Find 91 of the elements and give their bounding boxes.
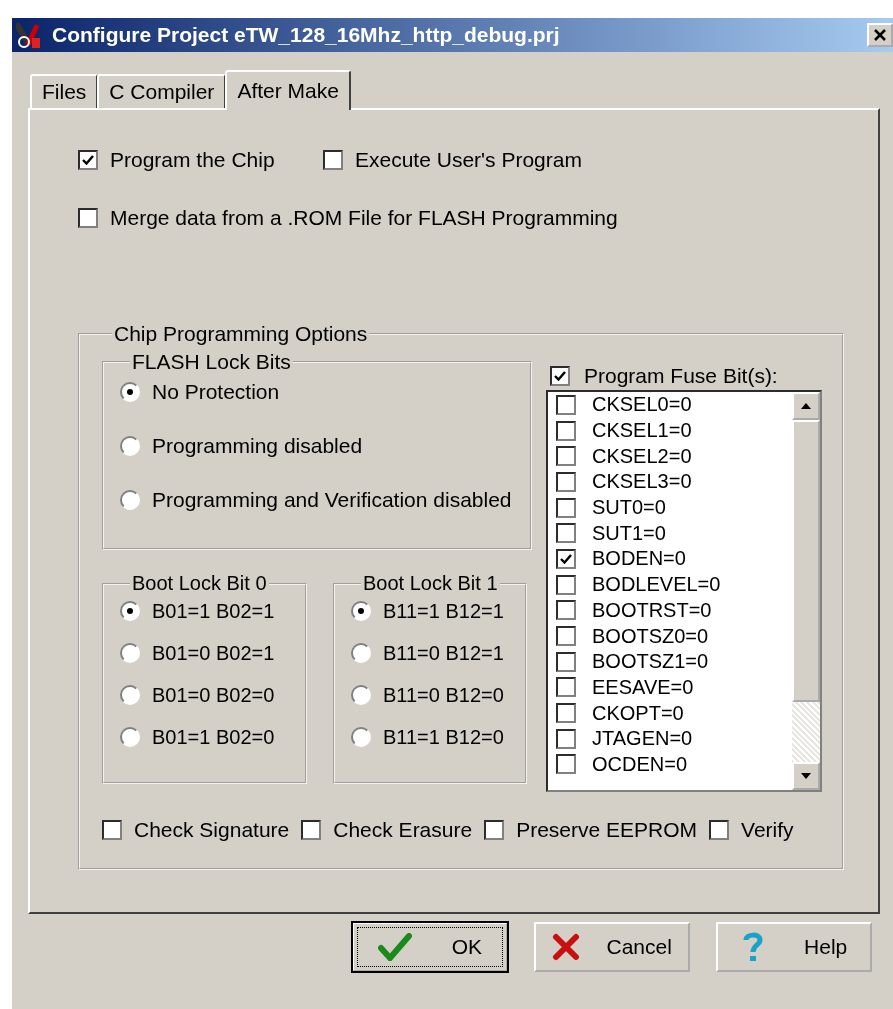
checkbox[interactable] bbox=[556, 523, 576, 544]
radio-button[interactable] bbox=[351, 727, 371, 747]
radio-button[interactable] bbox=[120, 727, 140, 747]
list-item[interactable]: CKSEL0=0 bbox=[592, 393, 692, 417]
checkbox-label: Program the Chip bbox=[110, 148, 275, 172]
radio-button[interactable] bbox=[120, 685, 140, 705]
checkbox-label: Check Erasure bbox=[333, 818, 473, 842]
checkbox[interactable] bbox=[323, 150, 343, 170]
checkbox[interactable] bbox=[556, 677, 576, 698]
list-item[interactable]: JTAGEN=0 bbox=[592, 727, 693, 751]
checkbox[interactable] bbox=[556, 651, 576, 672]
radio-button[interactable] bbox=[120, 490, 140, 510]
checkbox[interactable] bbox=[556, 420, 576, 441]
radio-label: B01=1 B02=1 bbox=[152, 599, 275, 623]
scroll-up-button[interactable] bbox=[792, 392, 820, 420]
list-item[interactable]: CKSEL2=0 bbox=[592, 444, 692, 468]
checkbox[interactable] bbox=[556, 574, 576, 595]
group-title: Boot Lock Bit 0 bbox=[131, 572, 268, 595]
list-item[interactable]: SUT0=0 bbox=[592, 496, 666, 520]
group-title: Chip Programming Options bbox=[113, 322, 369, 346]
group-title: FLASH Lock Bits bbox=[131, 350, 292, 374]
radio-button[interactable] bbox=[120, 601, 140, 621]
scroll-thumb[interactable] bbox=[792, 420, 820, 702]
radio-label: Programming disabled bbox=[152, 434, 363, 458]
list-item[interactable]: OCDEN=0 bbox=[592, 752, 688, 776]
checkbox[interactable] bbox=[709, 820, 730, 840]
checkbox[interactable] bbox=[556, 728, 576, 749]
up-arrow-icon bbox=[800, 402, 812, 410]
close-button[interactable] bbox=[867, 23, 893, 47]
tab[interactable]: After Make bbox=[225, 70, 351, 110]
cancel-button[interactable]: Cancel bbox=[534, 922, 690, 972]
radio-label: B11=0 B12=0 bbox=[383, 683, 504, 707]
checkbox[interactable] bbox=[78, 208, 98, 228]
down-arrow-icon bbox=[800, 772, 812, 780]
window-title: Configure Project eTW_128_16Mhz_http_debug.prj bbox=[52, 23, 561, 47]
checkbox[interactable] bbox=[78, 150, 98, 170]
checkbox[interactable] bbox=[102, 820, 122, 840]
cross-icon bbox=[552, 933, 581, 961]
checkbox[interactable] bbox=[556, 497, 576, 518]
checkbox-label: Execute User's Program bbox=[355, 148, 582, 172]
checkbox[interactable] bbox=[484, 820, 505, 840]
list-item[interactable]: SUT1=0 bbox=[592, 521, 666, 545]
radio-button[interactable] bbox=[351, 685, 371, 705]
list-item[interactable]: BOOTSZ0=0 bbox=[592, 624, 709, 648]
radio-label: B11=1 B12=1 bbox=[383, 599, 504, 623]
list-item[interactable]: CKOPT=0 bbox=[592, 701, 684, 725]
checkbox[interactable] bbox=[556, 703, 576, 724]
radio-label: B11=1 B12=0 bbox=[383, 725, 504, 749]
checkbox[interactable] bbox=[556, 446, 576, 467]
checkbox[interactable] bbox=[556, 754, 576, 775]
checkbox[interactable] bbox=[301, 820, 322, 840]
group-title: Boot Lock Bit 1 bbox=[362, 572, 499, 595]
list-item[interactable]: BODEN=0 bbox=[592, 547, 686, 571]
list-item[interactable]: CKSEL1=0 bbox=[592, 419, 692, 443]
checkbox[interactable] bbox=[556, 394, 576, 415]
radio-button[interactable] bbox=[120, 643, 140, 663]
radio-label: B01=0 B02=1 bbox=[152, 641, 275, 665]
checkbox[interactable] bbox=[556, 548, 576, 569]
help-button[interactable]: Help bbox=[716, 922, 872, 972]
list-item[interactable]: BOOTSZ1=0 bbox=[592, 650, 709, 674]
radio-button[interactable] bbox=[120, 382, 140, 402]
checkbox-label: Verify bbox=[741, 818, 794, 842]
checkbox-label: Program Fuse Bit(s): bbox=[584, 364, 778, 388]
checkbox[interactable] bbox=[556, 471, 576, 492]
list-item[interactable]: CKSEL3=0 bbox=[592, 470, 692, 494]
radio-label: B01=1 B02=0 bbox=[152, 725, 275, 749]
check-icon bbox=[377, 933, 412, 961]
checkbox[interactable] bbox=[550, 366, 570, 386]
radio-button[interactable] bbox=[351, 643, 371, 663]
ok-button[interactable]: OK bbox=[352, 922, 508, 972]
check-icon bbox=[81, 153, 95, 167]
checkbox-label: Check Signature bbox=[134, 818, 290, 842]
list-item[interactable]: BODLEVEL=0 bbox=[592, 573, 721, 597]
radio-label: Programming and Verification disabled bbox=[152, 488, 512, 512]
radio-label: B01=0 B02=0 bbox=[152, 683, 275, 707]
radio-label: B11=0 B12=1 bbox=[383, 641, 504, 665]
tab[interactable]: C Compiler bbox=[97, 74, 227, 108]
scrollbar[interactable] bbox=[792, 392, 820, 790]
checkbox-label: Merge data from a .ROM File for FLASH Programming bbox=[110, 206, 618, 230]
scroll-down-button[interactable] bbox=[792, 762, 820, 790]
radio-button[interactable] bbox=[351, 601, 371, 621]
radio-button[interactable] bbox=[120, 436, 140, 456]
close-icon bbox=[873, 28, 887, 42]
checkbox[interactable] bbox=[556, 626, 576, 647]
checkbox[interactable] bbox=[556, 600, 576, 621]
tab[interactable]: Files bbox=[30, 74, 99, 108]
list-item[interactable]: BOOTRST=0 bbox=[592, 598, 712, 622]
check-icon bbox=[553, 369, 567, 383]
checkbox-label: Preserve EEPROM bbox=[516, 818, 698, 842]
radio-label: No Protection bbox=[152, 380, 280, 404]
list-item[interactable]: EESAVE=0 bbox=[592, 675, 694, 699]
